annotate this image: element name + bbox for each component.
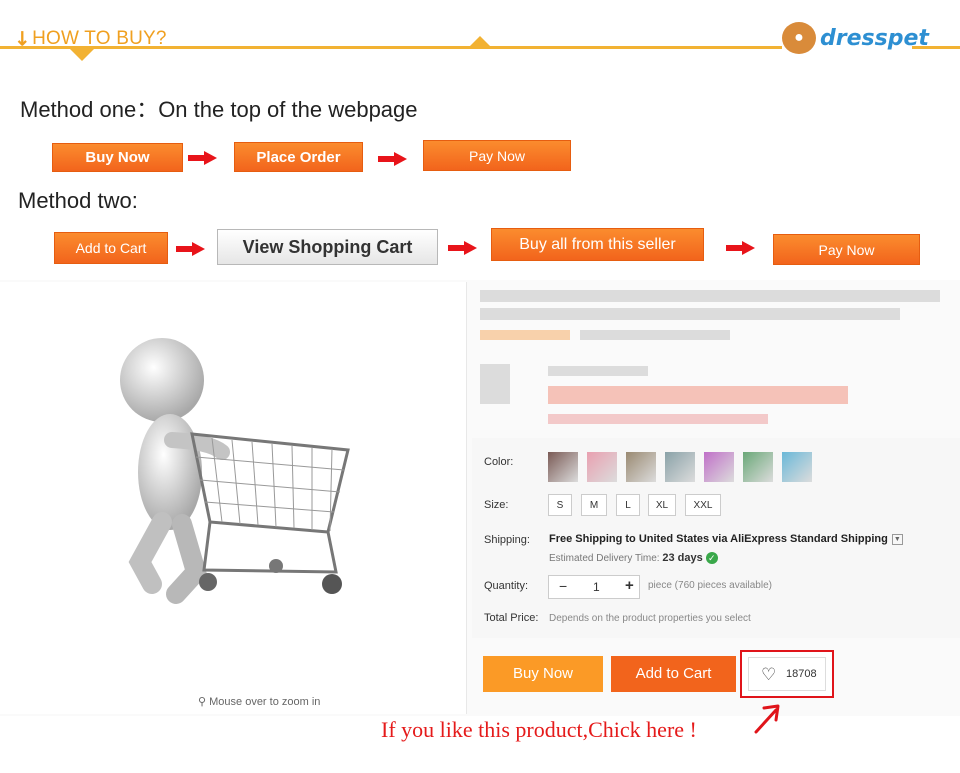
quantity-increment-button[interactable]: + [625,577,634,594]
color-swatch[interactable] [743,452,773,482]
blurred-discount [548,414,768,424]
color-swatch[interactable] [782,452,812,482]
method-one-buy-now-button: Buy Now [52,143,183,172]
check-circle-icon: ✓ [705,552,718,565]
total-price-label: Total Price: [484,612,539,624]
size-option-s[interactable]: S [548,494,572,516]
blurred-price-label [480,364,510,404]
buy-now-button[interactable]: Buy Now [483,656,603,692]
brand-logo: ● dresspet [782,20,929,56]
color-swatch[interactable] [548,452,578,482]
red-arrow-icon [726,241,756,255]
method-one-pay-now-button: Pay Now [423,140,571,171]
dog-mascot-icon: ● [782,22,816,54]
blurred-price-original [548,366,648,376]
size-option-l[interactable]: L [616,494,640,516]
delivery-time: Estimated Delivery Time: 23 days ✓ [549,552,718,565]
color-label: Color: [484,456,514,468]
wishlist-callout: If you like this product,Chick here ! [381,717,697,742]
how-to-buy-label: HOW TO BUY? [32,28,167,49]
shipping-method-text: Free Shipping to United States via AliEx… [549,533,888,545]
red-arrow-icon [448,241,478,255]
quantity-stepper: − 1 + [548,575,640,599]
blurred-product-title [480,308,900,320]
zoom-hint-text: Mouse over to zoom in [209,696,321,708]
chevron-down-icon[interactable]: ▼ [891,533,903,545]
delivery-time-value: 23 days [662,552,703,564]
brand-logo-text: dresspet [820,26,929,51]
color-swatch[interactable] [665,452,695,482]
red-arrow-icon [378,152,408,166]
how-to-buy-title: ↘HOW TO BUY? [9,25,167,51]
color-swatch[interactable] [587,452,617,482]
quantity-decrement-button[interactable]: − [559,578,567,594]
shipping-method[interactable]: Free Shipping to United States via AliEx… [549,533,903,545]
blurred-price-sale [548,386,848,404]
method-two-title: Method two: [18,188,138,213]
size-label: Size: [484,499,509,511]
shopping-cart-figure [120,338,350,604]
delivery-time-label: Estimated Delivery Time: [549,553,660,564]
blurred-product-title [480,290,940,302]
shipping-label: Shipping: [484,534,530,546]
magnifier-icon: ⚲ [198,696,210,708]
method-two-add-to-cart-button: Add to Cart [54,232,168,264]
method-two-view-cart-button: View Shopping Cart [217,229,438,265]
red-arrow-icon [188,151,218,165]
header-divider-pointer [70,49,94,61]
method-one-place-order-button: Place Order [234,142,363,172]
red-arrow-icon [176,242,206,256]
size-option-m[interactable]: M [581,494,607,516]
color-swatch[interactable] [626,452,656,482]
add-to-cart-button[interactable]: Add to Cart [611,656,736,692]
method-two-pay-now-button: Pay Now [773,234,920,265]
product-image-area: ⚲ Mouse over to zoom in [0,282,467,714]
wishlist-count: 18708 [786,668,817,680]
arrow-up-right-icon [754,704,780,734]
color-swatch[interactable] [704,452,734,482]
method-one-title: Method one：On the top of the webpage [20,97,418,122]
blurred-orders [580,330,730,340]
wishlist-highlight: ♡ 18708 [740,650,834,698]
size-option-xl[interactable]: XL [648,494,676,516]
wishlist-button[interactable]: ♡ 18708 [748,657,826,691]
size-option-xxl[interactable]: XXL [685,494,721,516]
heart-icon: ♡ [761,665,777,684]
header-divider-notch [468,36,492,48]
total-price-value: Depends on the product properties you se… [549,613,751,624]
quantity-available: piece (760 pieces available) [648,580,772,591]
quantity-input[interactable]: 1 [593,580,600,594]
method-two-buy-all-button: Buy all from this seller [491,228,704,261]
zoom-hint: ⚲ Mouse over to zoom in [198,695,320,708]
quantity-label: Quantity: [484,580,529,592]
blurred-rating [480,330,570,340]
